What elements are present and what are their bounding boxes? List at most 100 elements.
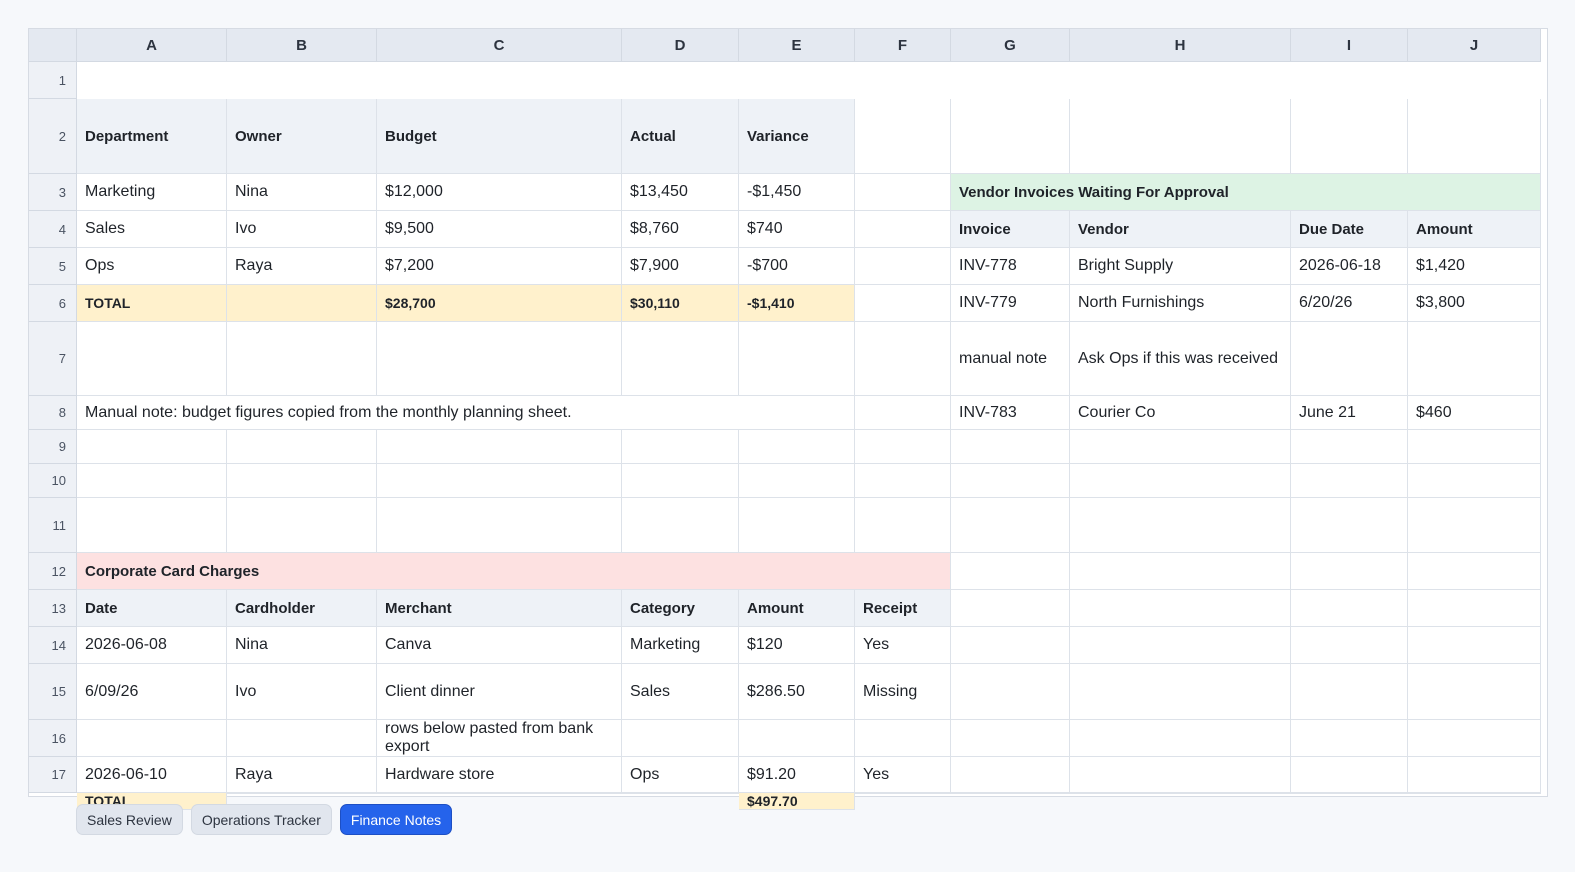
sheet-tab-1[interactable]: Operations Tracker	[190, 804, 332, 835]
column-header-d[interactable]: D	[622, 29, 739, 62]
card-cell[interactable]: Ops	[622, 757, 739, 793]
budget-cell[interactable]: $12,000	[377, 174, 622, 211]
card-cell[interactable]: Missing	[855, 664, 951, 720]
card-cell[interactable]: Yes	[855, 627, 951, 664]
cell[interactable]	[739, 498, 855, 553]
cell[interactable]	[77, 498, 227, 553]
budget-cell[interactable]: Sales	[77, 211, 227, 248]
column-header-h[interactable]: H	[1070, 29, 1291, 62]
budget-cell[interactable]: $7,900	[622, 248, 739, 285]
card-cell[interactable]: Canva	[377, 627, 622, 664]
budget-total-variance[interactable]: -$1,410	[739, 285, 855, 322]
cell[interactable]	[377, 322, 622, 396]
row-header-13[interactable]: 13	[29, 590, 77, 627]
vendor-header-0[interactable]: Invoice	[951, 211, 1070, 248]
card-cell[interactable]: Yes	[855, 757, 951, 793]
card-cell[interactable]	[855, 720, 951, 757]
cell[interactable]	[1408, 430, 1541, 464]
budget-cell[interactable]: $13,450	[622, 174, 739, 211]
card-cell[interactable]	[739, 720, 855, 757]
row-header-5[interactable]: 5	[29, 248, 77, 285]
budget-header-3[interactable]: Actual	[622, 99, 739, 174]
vendor-cell[interactable]: $3,800	[1408, 285, 1541, 322]
vendor-cell[interactable]: manual note	[951, 322, 1070, 396]
vendor-cell[interactable]	[1408, 322, 1541, 396]
sheet-tab-0[interactable]: Sales Review	[76, 804, 183, 835]
cell[interactable]	[1291, 627, 1408, 664]
vendor-cell[interactable]: Courier Co	[1070, 396, 1291, 430]
row-header-15[interactable]: 15	[29, 664, 77, 720]
card-cell[interactable]: Ivo	[227, 664, 377, 720]
vendor-cell[interactable]: INV-783	[951, 396, 1070, 430]
vendor-header-3[interactable]: Amount	[1408, 211, 1541, 248]
cell[interactable]	[951, 664, 1070, 720]
budget-header-2[interactable]: Budget	[377, 99, 622, 174]
cell[interactable]	[1070, 627, 1291, 664]
vendor-cell[interactable]: INV-779	[951, 285, 1070, 322]
cell[interactable]	[377, 430, 622, 464]
cell[interactable]	[1070, 757, 1291, 793]
cell[interactable]	[855, 396, 951, 430]
budget-total-actual[interactable]: $30,110	[622, 285, 739, 322]
cell[interactable]	[1408, 464, 1541, 498]
cell[interactable]	[1070, 720, 1291, 757]
cell[interactable]	[622, 498, 739, 553]
card-title[interactable]: Corporate Card Charges	[77, 553, 951, 590]
card-header-3[interactable]: Category	[622, 590, 739, 627]
vendor-cell[interactable]: INV-778	[951, 248, 1070, 285]
cell[interactable]	[739, 464, 855, 498]
card-cell[interactable]: Marketing	[622, 627, 739, 664]
cell[interactable]	[855, 498, 951, 553]
cell[interactable]	[951, 627, 1070, 664]
cell[interactable]	[1291, 430, 1408, 464]
budget-cell[interactable]: $8,760	[622, 211, 739, 248]
vendor-cell[interactable]	[1291, 322, 1408, 396]
row-header-3[interactable]: 3	[29, 174, 77, 211]
cell[interactable]	[1408, 757, 1541, 793]
card-cell[interactable]	[622, 720, 739, 757]
column-header-e[interactable]: E	[739, 29, 855, 62]
cell[interactable]	[377, 464, 622, 498]
cell[interactable]	[855, 430, 951, 464]
vendor-cell[interactable]: $460	[1408, 396, 1541, 430]
card-total-cell[interactable]	[622, 793, 739, 794]
column-header-c[interactable]: C	[377, 29, 622, 62]
card-cell[interactable]: $91.20	[739, 757, 855, 793]
card-total-cell[interactable]	[377, 793, 622, 794]
row-header-14[interactable]: 14	[29, 627, 77, 664]
cell[interactable]	[855, 464, 951, 498]
row-header-6[interactable]: 6	[29, 285, 77, 322]
cell[interactable]	[1408, 720, 1541, 757]
cell[interactable]	[1070, 664, 1291, 720]
card-cell[interactable]: 6/09/26	[77, 664, 227, 720]
row-header-1[interactable]: 1	[29, 62, 77, 99]
vendor-cell[interactable]: North Furnishings	[1070, 285, 1291, 322]
budget-total-budget[interactable]: $28,700	[377, 285, 622, 322]
cell[interactable]	[227, 498, 377, 553]
row-header-12[interactable]: 12	[29, 553, 77, 590]
column-header-j[interactable]: J	[1408, 29, 1541, 62]
budget-note[interactable]: Manual note: budget figures copied from …	[77, 396, 855, 430]
cell[interactable]	[1408, 498, 1541, 553]
cell[interactable]	[1291, 590, 1408, 627]
cell[interactable]	[1291, 757, 1408, 793]
row-header-4[interactable]: 4	[29, 211, 77, 248]
cell[interactable]	[227, 430, 377, 464]
card-header-5[interactable]: Receipt	[855, 590, 951, 627]
cell[interactable]	[855, 211, 951, 248]
card-cell[interactable]: Client dinner	[377, 664, 622, 720]
cell[interactable]	[1408, 553, 1541, 590]
cell[interactable]	[739, 322, 855, 396]
vendor-cell[interactable]: Ask Ops if this was received	[1070, 322, 1291, 396]
cell[interactable]	[855, 285, 951, 322]
cell[interactable]	[77, 430, 227, 464]
column-header-g[interactable]: G	[951, 29, 1070, 62]
budget-cell[interactable]: Marketing	[77, 174, 227, 211]
cell[interactable]	[1291, 664, 1408, 720]
cell[interactable]	[1291, 793, 1408, 794]
budget-header-0[interactable]: Department	[77, 99, 227, 174]
column-header-b[interactable]: B	[227, 29, 377, 62]
cell[interactable]	[1408, 793, 1541, 794]
cell[interactable]	[227, 464, 377, 498]
cell[interactable]	[1291, 99, 1408, 174]
